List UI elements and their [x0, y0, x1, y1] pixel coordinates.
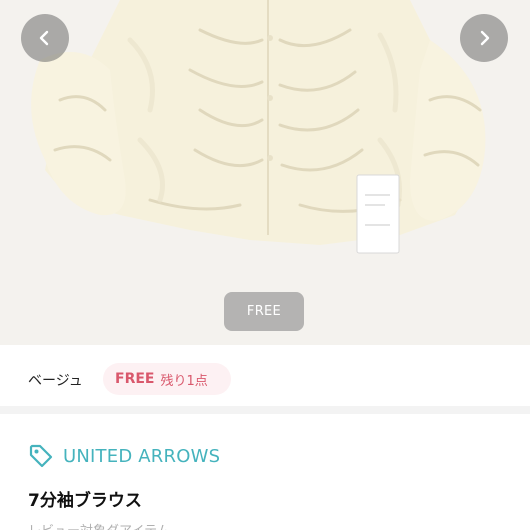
product-title: 7分袖ブラウス	[28, 491, 142, 511]
brand-link[interactable]: UNITED ARROWS	[28, 441, 220, 471]
size-chip[interactable]: FREE	[224, 292, 304, 331]
gallery-prev-button[interactable]	[21, 14, 69, 62]
product-subtext: レビュー対象ダアイテム	[28, 520, 170, 530]
chevron-right-icon	[480, 30, 490, 46]
color-name: ベージュ	[28, 373, 83, 389]
tag-icon	[29, 444, 53, 468]
gallery-next-button[interactable]	[460, 14, 508, 62]
chevron-left-icon	[39, 30, 49, 46]
variant-row: ベージュ FREE 残り1点	[0, 346, 530, 414]
stock-remaining-label: 残り1点	[160, 373, 208, 389]
stock-size-label: FREE	[115, 371, 155, 387]
product-image-gallery[interactable]: FREE	[0, 0, 530, 345]
brand-name: UNITED ARROWS	[63, 445, 221, 467]
stock-option-pill[interactable]: FREE 残り1点	[103, 363, 231, 395]
